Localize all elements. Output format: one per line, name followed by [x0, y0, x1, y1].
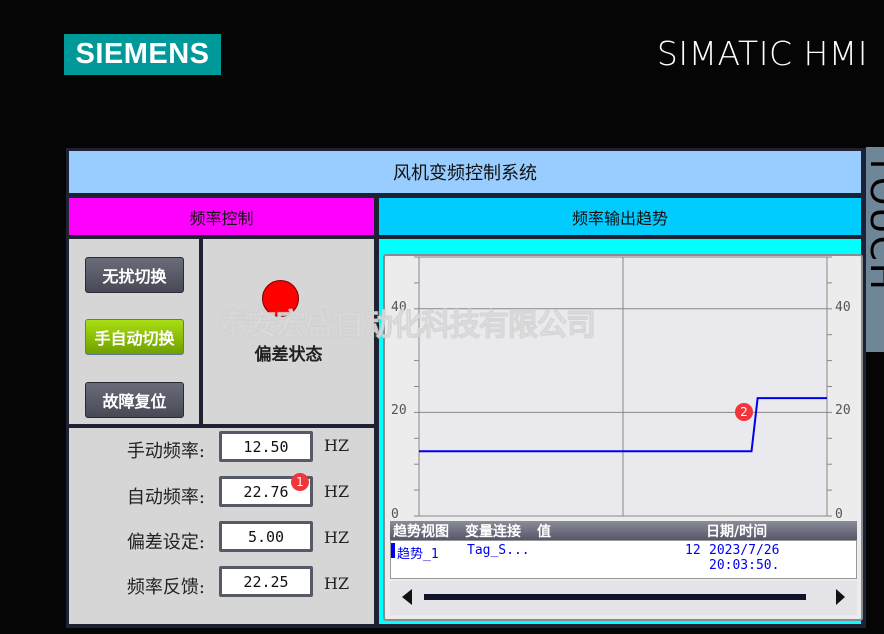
y-tick-label-right: 20 [835, 403, 851, 419]
bumpless-switch-button[interactable]: 无扰切换 [85, 257, 184, 293]
auto-frequency-label: 自动频率: [126, 487, 205, 508]
unit-label: HZ [324, 528, 350, 547]
cell-tag: Tag_S... [467, 543, 530, 558]
frequency-control-header: 频率控制 [68, 197, 375, 236]
frequency-feedback-label: 频率反馈: [126, 577, 205, 598]
manual-frequency-input[interactable]: 12.50 [219, 431, 313, 462]
y-tick-label-left: 20 [391, 403, 407, 419]
touch-side-label: TOUCH [866, 147, 884, 352]
unit-label: HZ [324, 436, 350, 455]
manual-frequency-label: 手动频率: [126, 441, 205, 462]
annotation-badge-1: 1 [291, 473, 309, 491]
scroll-thumb[interactable] [424, 594, 806, 600]
annotation-badge-2: 2 [735, 403, 753, 421]
y-tick-label-left: 0 [391, 507, 399, 522]
column-tag: 变量连接 [465, 524, 521, 540]
manual-auto-switch-button[interactable]: 手自动切换 [85, 319, 184, 355]
watermark: 泰安宏盛自动化科技有限公司 [218, 308, 597, 344]
product-name: SIMATIC HMI [656, 34, 868, 73]
unit-label: HZ [324, 482, 350, 501]
unit-label: HZ [324, 574, 350, 593]
frequency-feedback-output: 22.25 [219, 566, 313, 597]
trend-plot [414, 256, 832, 517]
page-title: 风机变频控制系统 [68, 150, 862, 194]
column-trend: 趋势视图 [393, 524, 449, 540]
column-datetime: 日期/时间 [706, 524, 768, 540]
deviation-setpoint-label: 偏差设定: [126, 532, 205, 553]
trend-scrollbar[interactable] [390, 581, 857, 615]
cell-trend: 趋势_1 [397, 547, 439, 562]
y-tick-label-right: 0 [835, 507, 843, 522]
y-tick-label-right: 40 [835, 299, 851, 315]
series-color-marker [391, 543, 395, 558]
column-value: 值 [537, 524, 551, 540]
deviation-setpoint-input[interactable]: 5.00 [219, 521, 313, 552]
siemens-logo: SIEMENS [64, 34, 221, 75]
fault-reset-button[interactable]: 故障复位 [85, 382, 184, 418]
cell-value: 12 [685, 543, 701, 558]
touch-text: TOUCH [866, 153, 884, 292]
trend-table-header: 趋势视图 变量连接 值 日期/时间 [390, 521, 857, 540]
trend-table-row[interactable]: 趋势_1 Tag_S... 12 2023/7/26 20:03:50. [390, 540, 857, 579]
cell-datetime: 2023/7/26 20:03:50. [709, 543, 780, 573]
frequency-trend-header: 频率输出趋势 [378, 197, 862, 236]
